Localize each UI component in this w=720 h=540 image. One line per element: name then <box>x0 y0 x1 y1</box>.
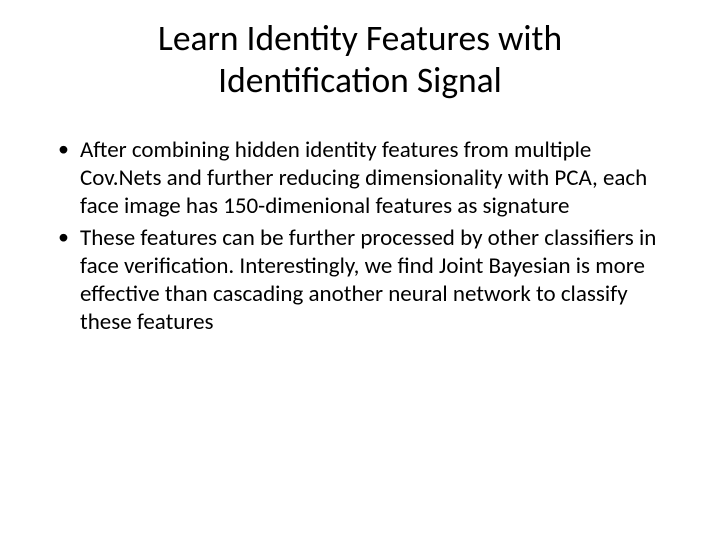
slide: Learn Identity Features with Identificat… <box>0 0 720 540</box>
bullet-text: After combining hidden identity features… <box>80 136 647 220</box>
bullet-list: After combining hidden identity features… <box>48 136 672 336</box>
list-item: These features can be further processed … <box>58 224 662 336</box>
title-line-1: Learn Identity Features with <box>158 16 562 60</box>
bullet-text: These features can be further processed … <box>80 224 656 336</box>
title-line-2: Identification Signal <box>218 58 502 102</box>
list-item: After combining hidden identity features… <box>58 136 662 220</box>
slide-title: Learn Identity Features with Identificat… <box>48 18 672 102</box>
